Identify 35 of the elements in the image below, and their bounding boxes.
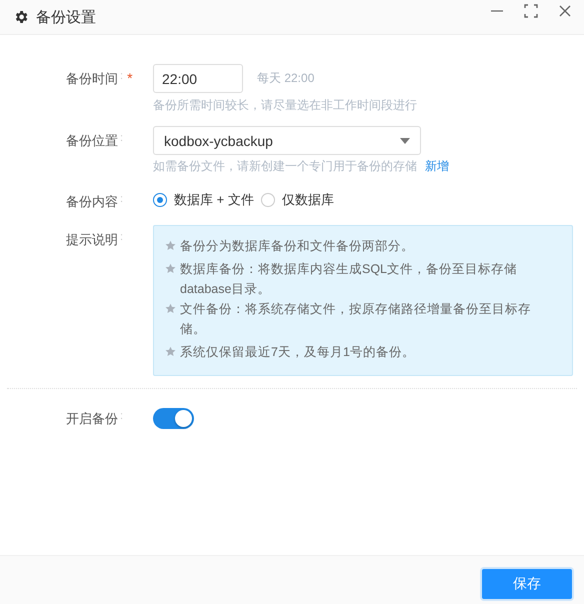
star-icon: [165, 263, 176, 274]
option-label[interactable]: 仅数据库: [282, 191, 334, 209]
note-text: 备份分为数据库备份和文件备份两部分。: [180, 238, 415, 255]
field-label: 备份时间: [66, 70, 118, 88]
separator-text: :: [120, 132, 124, 144]
note-text: 文件备份：将系统存储文件，按原存储路径增量备份至目标存储。: [180, 301, 532, 338]
separator-text: :: [120, 410, 124, 422]
separator-text: :: [120, 193, 124, 205]
star-icon: [165, 240, 176, 251]
hint-text: 如需备份文件，请新创建一个专门用于备份的存储: [153, 158, 417, 175]
close-icon[interactable]: [558, 4, 572, 18]
field-label: 备份位置: [66, 132, 118, 150]
time-field[interactable]: 22:00: [153, 64, 243, 93]
settings-icon: [13, 9, 29, 25]
star-icon: [165, 346, 176, 357]
option-label[interactable]: 数据库 + 文件: [174, 191, 254, 209]
add-link[interactable]: 新增: [425, 158, 449, 175]
schedule-text: 每天 22:00: [257, 70, 314, 87]
storage-dropdown[interactable]: kodbox-ycbackup: [153, 126, 421, 155]
field-label: 开启备份: [66, 410, 118, 428]
field-label: 备份内容: [66, 193, 118, 211]
separator-text: :: [120, 70, 124, 82]
required-mark: *: [127, 70, 133, 86]
radio-button[interactable]: [260, 193, 275, 207]
note-text: 系统仅保留最近7天，及每月1号的备份。: [180, 344, 416, 361]
toggle-switch[interactable]: [153, 408, 194, 429]
note-text: 数据库备份：将数据库内容生成SQL文件，备份至目标存储database目录。: [180, 261, 518, 298]
hint-text: 备份所需时间较长，请尽量选在非工作时间段进行: [153, 97, 417, 114]
star-icon: [165, 303, 176, 314]
maximize-icon[interactable]: [524, 4, 538, 18]
separator-text: :: [120, 231, 124, 243]
window-title: 备份设置: [36, 8, 96, 26]
caret-icon: [400, 138, 410, 144]
field-label: 提示说明: [66, 231, 118, 249]
radio-button[interactable]: [153, 193, 167, 207]
